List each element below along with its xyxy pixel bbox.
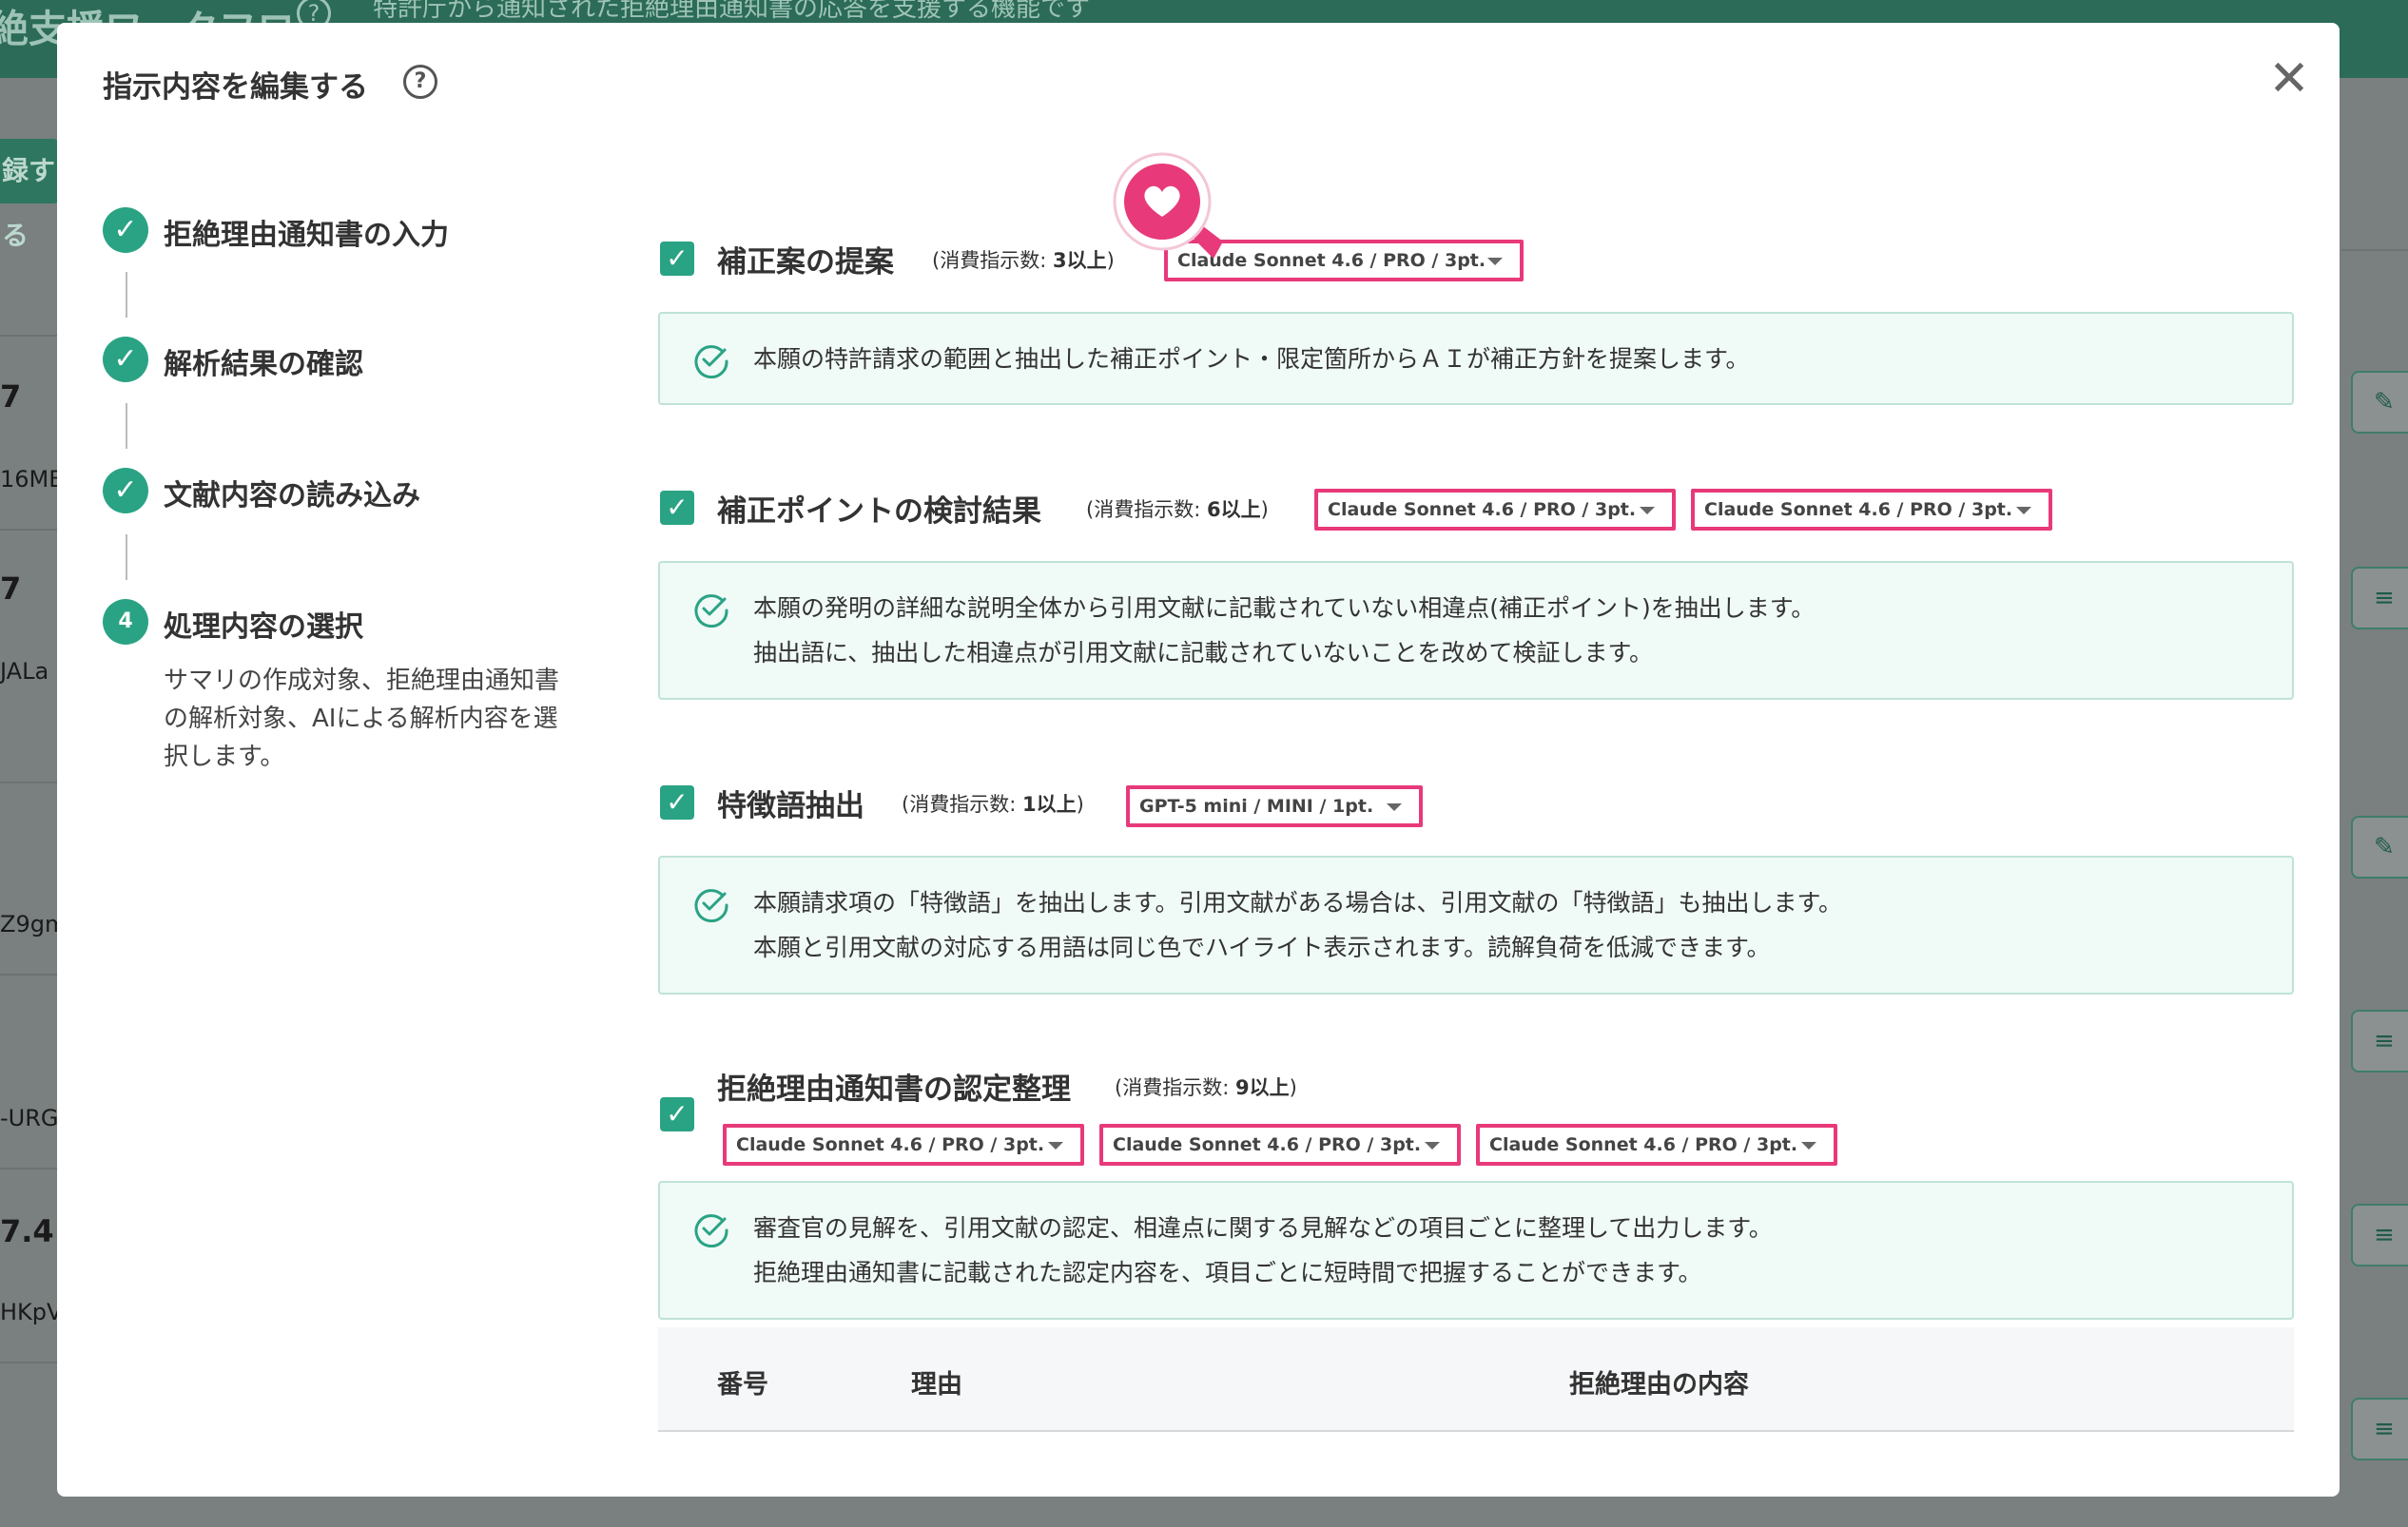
background-fragment: HKpV <box>0 1299 63 1325</box>
section-4-title: 拒絶理由通知書の認定整理 <box>717 1073 1071 1107</box>
column-header-content: 拒絶理由の内容 <box>1569 1370 1749 1400</box>
step-label: 解析結果の確認 <box>164 348 363 381</box>
heart-cursor-icon <box>1113 152 1223 259</box>
reasons-table-header: 番号 理由 拒絶理由の内容 <box>658 1327 2294 1432</box>
check-circle-icon <box>694 889 728 922</box>
caret-down-icon <box>2016 507 2031 514</box>
section-1-meta: (消費指示数: 3以上) <box>932 249 1115 272</box>
column-header-number: 番号 <box>717 1370 768 1400</box>
caret-down-icon <box>1425 1142 1440 1150</box>
section-4-description: 審査官の見解を、引用文献の認定、相違点に関する見解などの項目ごとに整理して出力し… <box>658 1181 2294 1320</box>
background-edit-icon: ✎ <box>2351 816 2408 879</box>
step-connector <box>126 272 127 318</box>
background-divider <box>2341 249 2408 251</box>
background-fragment: -URG <box>0 1105 59 1131</box>
section-2-title: 補正ポイントの検討結果 <box>717 494 1041 529</box>
close-icon[interactable]: ✕ <box>2265 54 2313 104</box>
background-fragment: JALa <box>0 658 49 685</box>
caret-down-icon <box>1801 1142 1816 1150</box>
caret-down-icon <box>1487 258 1503 265</box>
step-connector <box>126 403 127 449</box>
model-select[interactable]: Claude Sonnet 4.6 / PRO / 3pt. <box>723 1124 1084 1166</box>
model-select[interactable]: Claude Sonnet 4.6 / PRO / 3pt. <box>1314 489 1676 531</box>
step-label: 文献内容の読み込み <box>164 479 420 512</box>
model-select[interactable]: Claude Sonnet 4.6 / PRO / 3pt. <box>1691 489 2052 531</box>
background-divider <box>0 529 59 531</box>
background-divider <box>0 335 59 337</box>
section-3-checkbox[interactable]: ✓ <box>660 785 694 820</box>
background-divider <box>0 782 59 783</box>
section-2-checkbox[interactable]: ✓ <box>660 491 694 525</box>
section-4-checkbox[interactable]: ✓ <box>660 1097 694 1131</box>
background-fragment: 7 <box>0 378 22 415</box>
background-subtitle: 特許庁から通知された拒絶理由通知書の応答を支援する機能です <box>373 0 1091 23</box>
step-description-line: 択します。 <box>164 743 285 771</box>
description-line: 本願と引用文献の対応する用語は同じ色でハイライト表示されます。読解負荷を低減でき… <box>753 934 1771 961</box>
step-label: 処理内容の選択 <box>164 610 363 644</box>
description-line: 本願請求項の「特徴語」を抽出します。引用文献がある場合は、引用文献の「特徴語」も… <box>753 889 1843 917</box>
section-2-description: 本願の発明の詳細な説明全体から引用文献に記載されていない相違点(補正ポイント)を… <box>658 561 2294 700</box>
check-icon: ✓ <box>103 337 148 382</box>
check-circle-icon <box>694 1214 728 1247</box>
section-2-meta: (消費指示数: 6以上) <box>1086 498 1269 521</box>
caret-down-icon <box>1048 1142 1063 1150</box>
background-divider <box>0 1168 59 1169</box>
background-fragment: 16MB <box>0 466 65 493</box>
modal-title: 指示内容を編集する <box>103 70 368 105</box>
section-1-title: 補正案の提案 <box>717 245 894 280</box>
edit-instructions-modal: 指示内容を編集する ? ✕ ✓ 拒絶理由通知書の入力 ✓ 解析結果の確認 ✓ 文… <box>57 23 2340 1497</box>
check-icon: ✓ <box>103 468 148 513</box>
background-search-icon: ≡ <box>2351 1398 2408 1460</box>
caret-down-icon <box>1387 803 1402 811</box>
section-3-meta: (消費指示数: 1以上) <box>902 793 1084 816</box>
background-divider <box>0 1362 59 1363</box>
step-number: 4 <box>103 599 148 645</box>
caret-down-icon <box>1640 507 1655 514</box>
section-4-meta: (消費指示数: 9以上) <box>1115 1076 1297 1099</box>
background-edit-icon: ✎ <box>2351 371 2408 434</box>
check-circle-icon <box>694 345 728 378</box>
description-line: 本願の発明の詳細な説明全体から引用文献に記載されていない相違点(補正ポイント)を… <box>753 594 1816 622</box>
step-label: 拒絶理由通知書の入力 <box>164 219 449 252</box>
description-line: 拒絶理由通知書に記載された認定内容を、項目ごとに短時間で把握することができます。 <box>753 1259 1702 1286</box>
background-search-icon: ≡ <box>2351 567 2408 629</box>
step-description: サマリの作成対象、拒絶理由通知書 の解析対象、AIによる解析内容を選 択します。 <box>164 662 601 776</box>
section-3-description: 本願請求項の「特徴語」を抽出します。引用文献がある場合は、引用文献の「特徴語」も… <box>658 856 2294 995</box>
description-line: 審査官の見解を、引用文献の認定、相違点に関する見解などの項目ごとに整理して出力し… <box>753 1214 1773 1242</box>
section-3-title: 特徴語抽出 <box>717 789 864 823</box>
background-divider <box>0 974 59 976</box>
description-line: 本願の特許請求の範囲と抽出した補正ポイント・限定箇所からＡＩが補正方針を提案しま… <box>753 345 1750 373</box>
check-circle-icon <box>694 594 728 628</box>
help-icon[interactable]: ? <box>403 65 437 99</box>
check-icon: ✓ <box>103 207 148 253</box>
model-select[interactable]: Claude Sonnet 4.6 / PRO / 3pt. <box>1476 1124 1837 1166</box>
background-search-icon: ≡ <box>2351 1204 2408 1266</box>
step-description-line: サマリの作成対象、拒絶理由通知書 <box>164 667 560 695</box>
model-select[interactable]: Claude Sonnet 4.6 / PRO / 3pt. <box>1099 1124 1461 1166</box>
section-1-checkbox[interactable]: ✓ <box>660 242 694 276</box>
step-connector <box>126 534 127 580</box>
description-line: 抽出語に、抽出した相違点が引用文献に記載されていないことを改めて検証します。 <box>753 639 1654 667</box>
column-header-reason: 理由 <box>911 1370 962 1400</box>
model-select[interactable]: GPT-5 mini / MINI / 1pt. <box>1126 785 1423 827</box>
background-fragment: 7 <box>0 570 22 607</box>
background-search-icon: ≡ <box>2351 1010 2408 1073</box>
background-register-button: 録する <box>0 139 59 251</box>
section-1-description: 本願の特許請求の範囲と抽出した補正ポイント・限定箇所からＡＩが補正方針を提案しま… <box>658 312 2294 405</box>
step-description-line: の解析対象、AIによる解析内容を選 <box>164 705 558 733</box>
background-fragment: 7.4 <box>0 1213 54 1249</box>
